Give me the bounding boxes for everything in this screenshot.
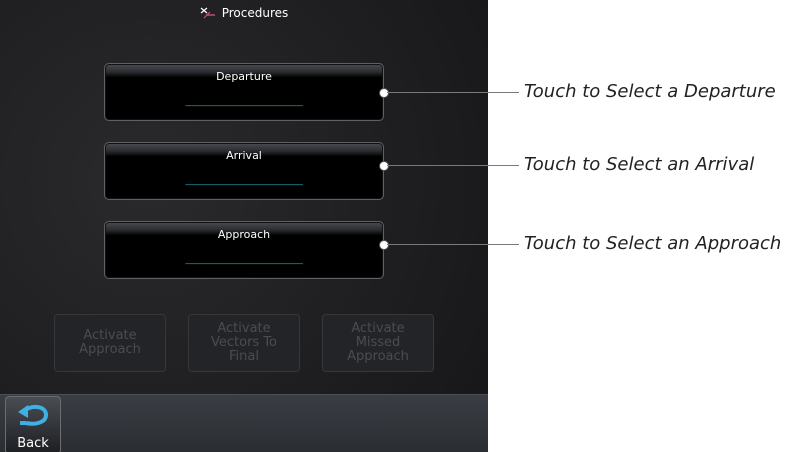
- activate-missed-approach-button[interactable]: Activate Missed Approach: [322, 314, 434, 372]
- approach-label: Approach: [217, 228, 271, 241]
- back-button[interactable]: Back: [5, 396, 61, 452]
- callout-dot-approach: [379, 240, 389, 250]
- arrival-button[interactable]: Arrival ________________: [104, 142, 384, 200]
- procedures-screen: Procedures Departure ________________ Ar…: [0, 0, 488, 452]
- approach-button[interactable]: Approach ________________: [104, 221, 384, 279]
- callout-arrival: Touch to Select an Arrival: [524, 154, 755, 175]
- departure-value: ________________: [185, 92, 303, 107]
- back-arrow-icon: [16, 403, 50, 433]
- back-label: Back: [17, 436, 49, 451]
- callout-line-arrival: [387, 165, 519, 166]
- callout-dot-departure: [379, 88, 389, 98]
- title-bar: Procedures: [0, 0, 488, 26]
- arrival-label: Arrival: [226, 149, 262, 162]
- departure-label: Departure: [216, 70, 272, 83]
- activate-approach-label: Activate Approach: [79, 328, 141, 357]
- page-title: Procedures: [221, 6, 289, 20]
- callout-line-departure: [387, 92, 519, 93]
- activate-vectors-to-final-button[interactable]: Activate Vectors To Final: [188, 314, 300, 372]
- activate-approach-button[interactable]: Activate Approach: [54, 314, 166, 372]
- activate-missed-label: Activate Missed Approach: [347, 321, 409, 364]
- callout-departure: Touch to Select a Departure: [524, 81, 776, 102]
- procedures-icon: [200, 7, 216, 19]
- callout-dot-arrival: [379, 161, 389, 171]
- activate-vectors-label: Activate Vectors To Final: [211, 321, 278, 364]
- bottom-bar: [0, 394, 488, 452]
- departure-button[interactable]: Departure ________________: [104, 63, 384, 121]
- callout-approach: Touch to Select an Approach: [524, 233, 782, 254]
- arrival-value: ________________: [185, 171, 303, 186]
- approach-value: ________________: [185, 250, 303, 265]
- callout-line-approach: [387, 244, 519, 245]
